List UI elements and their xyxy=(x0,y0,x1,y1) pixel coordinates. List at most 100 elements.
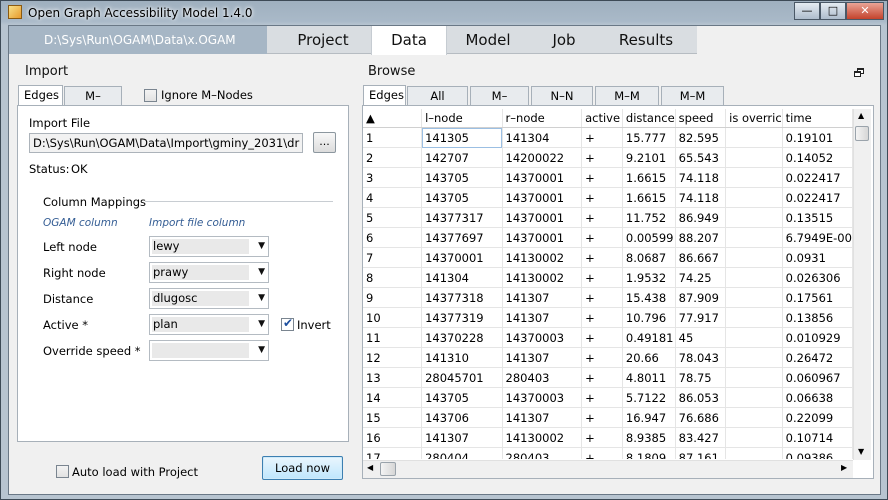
cell-is-override[interactable] xyxy=(725,287,783,308)
cell-l-node[interactable]: 14370228 xyxy=(421,327,503,348)
title-bar[interactable]: Open Graph Accessibility Model 1.4.0 — □… xyxy=(1,1,887,25)
cell-l-node[interactable]: 143706 xyxy=(421,407,503,428)
cell-distance[interactable]: 15.777 xyxy=(622,127,676,148)
tab-project[interactable]: Project xyxy=(275,26,371,54)
cell-distance[interactable]: 0.49181 xyxy=(622,327,676,348)
column-header-is-override[interactable]: is overric xyxy=(725,109,783,128)
cell-distance[interactable]: 4.8011 xyxy=(622,367,676,388)
cell-speed[interactable]: 86.053 xyxy=(675,387,727,408)
cell-l-node[interactable]: 280404 xyxy=(421,447,503,459)
minimize-button[interactable]: — xyxy=(794,2,820,20)
cell-row-number[interactable]: 7 xyxy=(363,247,423,268)
cell-l-node[interactable]: 14377318 xyxy=(421,287,503,308)
column-header-r-node[interactable]: r–node xyxy=(502,109,583,128)
cell-is-override[interactable] xyxy=(725,367,783,388)
cell-speed[interactable]: 78.043 xyxy=(675,347,727,368)
cell-is-override[interactable] xyxy=(725,407,783,428)
cell-is-override[interactable] xyxy=(725,207,783,228)
close-button[interactable]: ✕ xyxy=(846,2,884,20)
cell-l-node[interactable]: 143705 xyxy=(421,387,503,408)
table-row[interactable]: 16 141307 14130002 +8.9385 83.427 0.10714 xyxy=(363,427,853,448)
cell-time[interactable]: 0.022417 xyxy=(782,167,853,188)
cell-is-override[interactable] xyxy=(725,387,783,408)
cell-row-number[interactable]: 10 xyxy=(363,307,423,328)
column-header-distance[interactable]: distance xyxy=(622,109,676,128)
cell-active[interactable]: + xyxy=(581,167,623,188)
scroll-left-icon[interactable]: ◀ xyxy=(367,463,373,472)
cell-speed[interactable]: 76.686 xyxy=(675,407,727,428)
cell-r-node[interactable]: 14370001 xyxy=(502,207,583,228)
cell-row-number[interactable]: 2 xyxy=(363,147,423,168)
cell-row-number[interactable]: 8 xyxy=(363,267,423,288)
table-row[interactable]: 14 143705 14370003 +5.7122 86.053 0.06638 xyxy=(363,387,853,408)
tab-model[interactable]: Model xyxy=(447,26,529,54)
cell-row-number[interactable]: 12 xyxy=(363,347,423,368)
override-speed-select[interactable]: ▼ xyxy=(149,340,269,361)
cell-active[interactable]: + xyxy=(581,207,623,228)
cell-l-node[interactable]: 14377697 xyxy=(421,227,503,248)
cell-speed[interactable]: 88.207 xyxy=(675,227,727,248)
tab-results[interactable]: Results xyxy=(601,26,691,54)
vertical-scrollbar[interactable]: ▲ ▼ xyxy=(853,109,871,460)
cell-speed[interactable]: 86.667 xyxy=(675,247,727,268)
cell-row-number[interactable]: 6 xyxy=(363,227,423,248)
cell-r-node[interactable]: 141307 xyxy=(502,347,583,368)
cell-r-node[interactable]: 141304 xyxy=(502,127,583,148)
cell-is-override[interactable] xyxy=(725,447,783,459)
import-tab-mnodes[interactable]: M–Nodes xyxy=(64,86,122,122)
cell-distance[interactable]: 9.2101 xyxy=(622,147,676,168)
tab-job[interactable]: Job xyxy=(529,26,599,54)
column-header-active[interactable]: active xyxy=(581,109,623,128)
cell-l-node[interactable]: 14377317 xyxy=(421,207,503,228)
scroll-right-icon[interactable]: ▶ xyxy=(841,463,847,472)
cell-is-override[interactable] xyxy=(725,327,783,348)
cell-r-node[interactable]: 14370001 xyxy=(502,167,583,188)
cell-time[interactable]: 0.10714 xyxy=(782,427,853,448)
table-row[interactable]: 2 142707 14200022 +9.2101 65.543 0.14052 xyxy=(363,147,853,168)
left-node-select[interactable]: lewy ▼ xyxy=(149,236,269,257)
cell-l-node[interactable]: 143705 xyxy=(421,187,503,208)
cell-speed[interactable]: 86.949 xyxy=(675,207,727,228)
cell-row-number[interactable]: 4 xyxy=(363,187,423,208)
cell-distance[interactable]: 10.796 xyxy=(622,307,676,328)
cell-speed[interactable]: 82.595 xyxy=(675,127,727,148)
cell-speed[interactable]: 87.909 xyxy=(675,287,727,308)
horizontal-scroll-thumb[interactable] xyxy=(380,462,396,476)
cell-active[interactable]: + xyxy=(581,127,623,148)
cell-active[interactable]: + xyxy=(581,247,623,268)
cell-r-node[interactable]: 14370001 xyxy=(502,227,583,248)
table-row[interactable]: 10 14377319 141307 +10.796 77.917 0.13856 xyxy=(363,307,853,328)
cell-is-override[interactable] xyxy=(725,147,783,168)
cell-distance[interactable]: 15.438 xyxy=(622,287,676,308)
cell-is-override[interactable] xyxy=(725,427,783,448)
cell-r-node[interactable]: 14200022 xyxy=(502,147,583,168)
cell-distance[interactable]: 16.947 xyxy=(622,407,676,428)
cell-r-node[interactable]: 141307 xyxy=(502,307,583,328)
edges-table[interactable]: ▲ l–node r–node active distance speed is… xyxy=(363,109,853,459)
table-row[interactable]: 7 14370001 14130002 +8.0687 86.667 0.0931 xyxy=(363,247,853,268)
table-row[interactable]: 8 141304 14130002 +1.9532 74.25 0.026306 xyxy=(363,267,853,288)
cell-distance[interactable]: 0.00599 xyxy=(622,227,676,248)
cell-row-number[interactable]: 13 xyxy=(363,367,423,388)
scroll-up-icon[interactable]: ▲ xyxy=(858,111,864,120)
browse-tab-mm-cost[interactable]: M–M Cost xyxy=(661,86,724,122)
maximize-button[interactable]: □ xyxy=(820,2,846,20)
cell-speed[interactable]: 65.543 xyxy=(675,147,727,168)
cell-row-number[interactable]: 9 xyxy=(363,287,423,308)
cell-time[interactable]: 0.0931 xyxy=(782,247,853,268)
horizontal-scrollbar[interactable]: ◀ ▶ xyxy=(363,460,853,478)
cell-r-node[interactable]: 14130002 xyxy=(502,247,583,268)
cell-active[interactable]: + xyxy=(581,187,623,208)
cell-row-number[interactable]: 17 xyxy=(363,447,423,459)
invert-checkbox[interactable]: ✔ xyxy=(281,316,294,331)
cell-r-node[interactable]: 14130002 xyxy=(502,267,583,288)
table-row[interactable]: 6 14377697 14370001 +0.00599 88.207 6.7949E-0… xyxy=(363,227,853,248)
table-row[interactable]: 4 143705 14370001 +1.6615 74.118 0.022417 xyxy=(363,187,853,208)
cell-row-number[interactable]: 1 xyxy=(363,127,423,148)
cell-r-node[interactable]: 141307 xyxy=(502,407,583,428)
table-row[interactable]: 3 143705 14370001 +1.6615 74.118 0.022417 xyxy=(363,167,853,188)
import-file-field[interactable]: D:\Sys\Run\OGAM\Data\Import\gminy_2031\d… xyxy=(29,133,303,153)
table-row[interactable]: 1 141305 141304 +15.777 82.595 0.19101 xyxy=(363,127,853,148)
cell-r-node[interactable]: 141307 xyxy=(502,287,583,308)
cell-active[interactable]: + xyxy=(581,287,623,308)
